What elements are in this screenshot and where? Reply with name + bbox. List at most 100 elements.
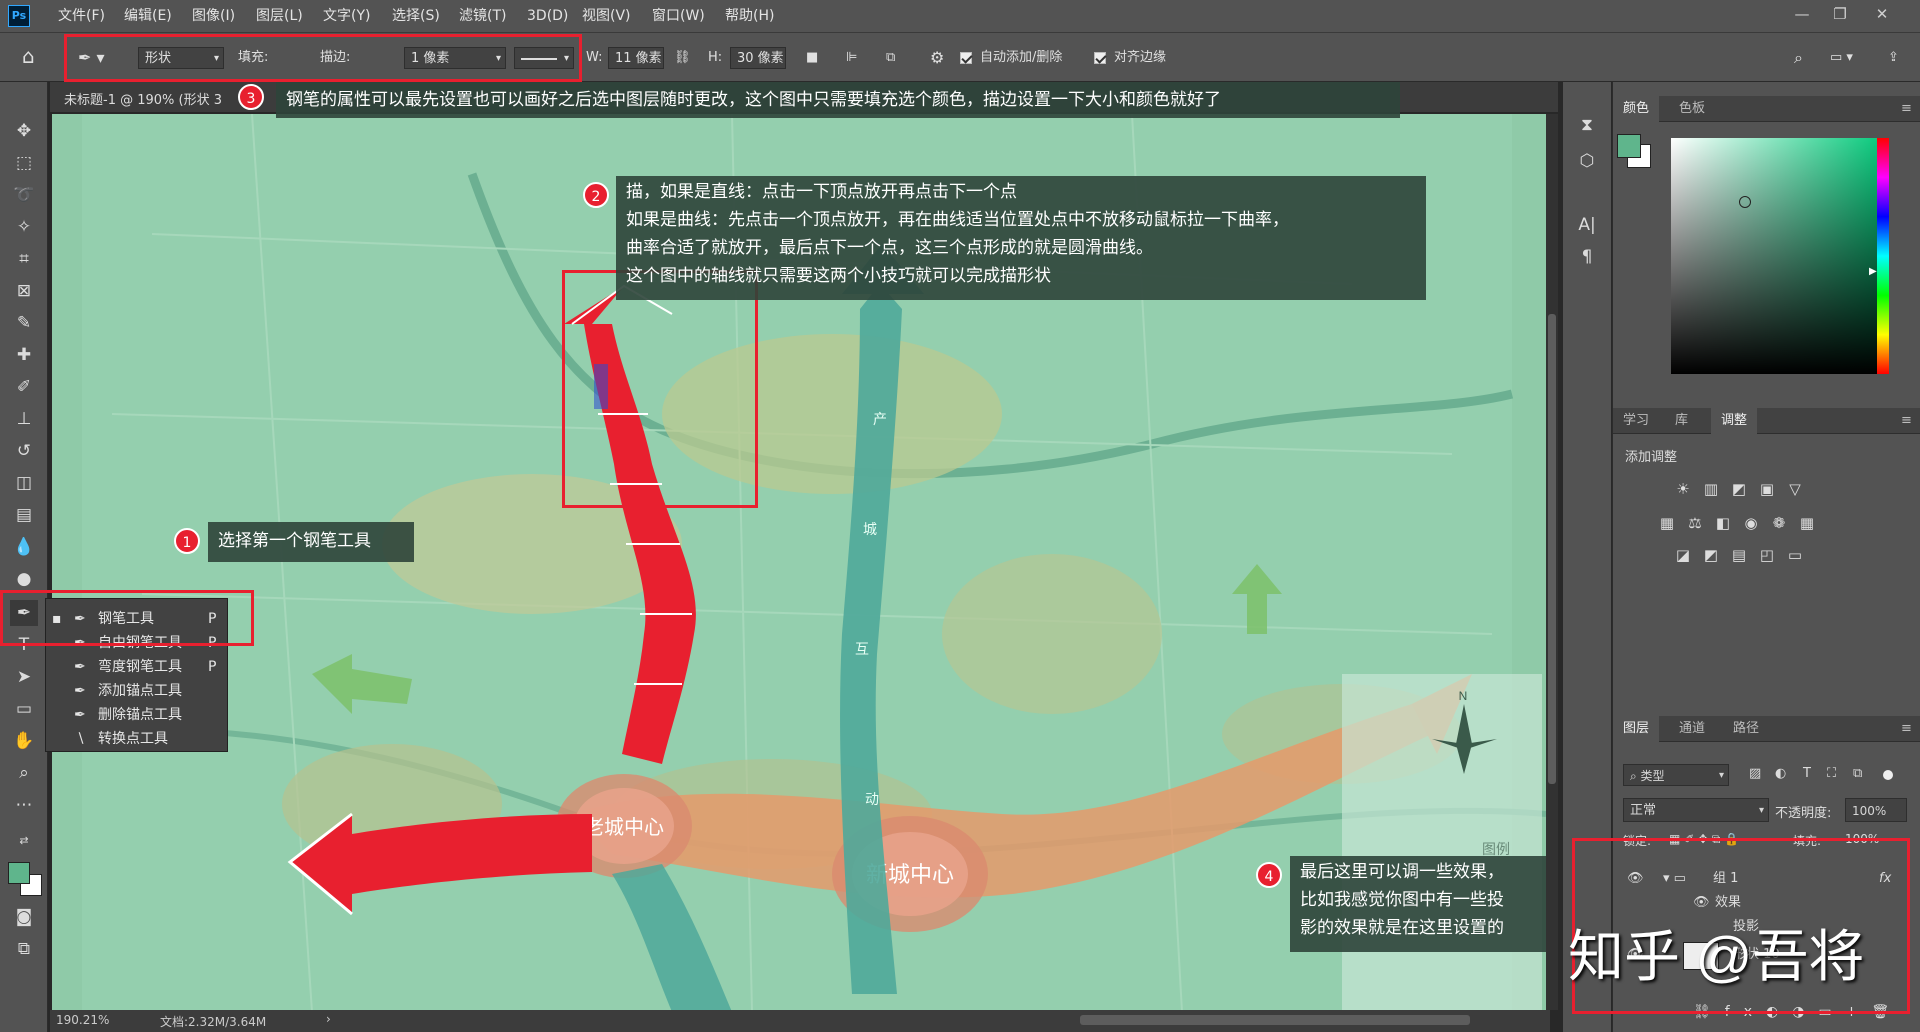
selective-color-icon[interactable]: ◰ [1757,546,1777,564]
blend-mode-select[interactable]: 正常 ▾ [1623,798,1769,822]
tab-libraries[interactable]: 库 [1665,408,1698,434]
foreground-color-swatch[interactable] [8,862,30,884]
filter-pixel-icon[interactable]: ▨ [1749,766,1761,781]
screen-mode-icon[interactable]: ⧉ [10,936,38,962]
gradient-map-icon[interactable]: ▭ [1785,546,1805,564]
tab-channels[interactable]: 通道 [1669,716,1715,742]
tab-adjustments[interactable]: 调整 [1711,408,1758,434]
menu-window[interactable]: 窗口(W) [652,0,705,32]
exposure-icon[interactable]: ▣ [1757,480,1777,498]
filter-smart-icon[interactable]: ⧉ [1853,766,1862,781]
search-icon[interactable]: ⌕ [1794,47,1803,69]
filter-adjust-icon[interactable]: ◐ [1775,766,1786,781]
path-arrangement-icon[interactable]: ⧉ [886,47,895,69]
path-selection-icon[interactable]: ➤ [10,664,38,690]
stroke-type-select[interactable]: ▾ [514,47,574,69]
height-input[interactable]: 30 像素 [730,47,786,69]
history-brush-icon[interactable]: ↺ [10,438,38,464]
posterize-icon[interactable]: ◩ [1701,546,1721,564]
curves-icon[interactable]: ◩ [1729,480,1749,498]
hand-tool-icon[interactable]: ✋ [10,728,38,754]
menu-filter[interactable]: 滤镜(T) [459,0,506,32]
invert-icon[interactable]: ◪ [1673,546,1693,564]
menu-help[interactable]: 帮助(H) [725,0,774,32]
3d-panel-icon[interactable]: ⬡ [1573,148,1601,174]
blur-tool-icon[interactable]: 💧 [10,534,38,560]
black-white-icon[interactable]: ◧ [1713,514,1733,532]
gradient-tool-icon[interactable]: ▤ [10,502,38,528]
type-tool-icon[interactable]: T [10,632,38,658]
flyout-convert-point[interactable]: ∖ 转换点工具 [46,727,229,751]
horizontal-scroll-thumb[interactable] [1080,1015,1470,1025]
tab-paths[interactable]: 路径 [1723,716,1769,742]
opacity-input[interactable]: 100% [1845,798,1907,822]
zoom-tool-icon[interactable]: ⌕ [10,760,38,786]
tab-swatches[interactable]: 色板 [1669,96,1715,122]
eyedropper-icon[interactable]: ✎ [10,310,38,336]
menu-edit[interactable]: 编辑(E) [124,0,172,32]
flyout-add-anchor[interactable]: ✒ 添加锚点工具 [46,679,229,703]
menu-layer[interactable]: 图层(L) [256,0,303,32]
share-icon[interactable]: ⇪ [1888,47,1899,69]
home-icon[interactable]: ⌂ [22,45,35,67]
threshold-icon[interactable]: ▤ [1729,546,1749,564]
color-fg-swatch[interactable] [1617,134,1641,158]
filter-type-icon[interactable]: T [1803,766,1811,781]
levels-icon[interactable]: ▥ [1701,480,1721,498]
pen-tool-preset-icon[interactable]: ✒ ▾ [78,47,105,69]
document-tab[interactable]: 未标题-1 @ 190% (形状 3 [64,89,222,108]
filter-toggle[interactable] [1883,770,1893,780]
layer-filter-select[interactable]: ⌕ 类型 ▾ [1623,764,1729,786]
vertical-scrollbar[interactable] [1546,114,1558,1010]
auto-add-delete-checkbox[interactable] [960,52,972,64]
color-field[interactable] [1671,138,1889,374]
layer-row-group[interactable]: 👁 ▾ ▭ 组 1 fx [1623,866,1913,892]
color-lookup-icon[interactable]: ▦ [1797,514,1817,532]
history-panel-icon[interactable]: ⧗ [1573,112,1601,138]
menu-3d[interactable]: 3D(D) [527,0,568,32]
path-operations-icon[interactable]: ■ [806,47,818,69]
stroke-size-input[interactable]: 1 像素 ▾ [404,47,506,69]
width-input[interactable]: 11 像素 [608,47,664,69]
healing-brush-icon[interactable]: ✚ [10,342,38,368]
tab-learn[interactable]: 学习 [1613,408,1659,434]
gear-icon[interactable]: ⚙ [930,47,944,69]
menu-file[interactable]: 文件(F) [58,0,105,32]
zoom-level[interactable]: 190.21% [56,1013,109,1027]
crop-tool-icon[interactable]: ⌗ [10,246,38,272]
status-arrow-icon[interactable]: › [326,1012,331,1026]
workspace-icon[interactable]: ▭ ▾ [1830,47,1853,69]
menu-type[interactable]: 文字(Y) [323,0,370,32]
channel-mixer-icon[interactable]: ❁ [1769,514,1789,532]
align-edges-checkbox[interactable] [1094,52,1106,64]
hue-slider-handle[interactable]: ▶ [1869,266,1877,277]
panel-menu-icon[interactable]: ≡ [1891,96,1920,122]
photo-filter-icon[interactable]: ◉ [1741,514,1761,532]
vertical-scroll-thumb[interactable] [1548,314,1556,784]
lock-icons[interactable]: ▦ ✐ ✥ ⧉ 🔒 [1669,832,1739,847]
brush-tool-icon[interactable]: ✐ [10,374,38,400]
tool-mode-select[interactable]: 形状 ▾ [138,47,224,69]
fill-opacity-input[interactable]: 100% [1845,832,1879,846]
horizontal-scrollbar[interactable] [350,1010,1550,1032]
menu-view[interactable]: 视图(V) [582,0,631,32]
rectangle-tool-icon[interactable]: ▭ [10,696,38,722]
quick-mask-icon[interactable]: ◙ [10,904,38,930]
adjust-menu-icon[interactable]: ≡ [1891,408,1920,434]
stamp-tool-icon[interactable]: ⊥ [10,406,38,432]
frame-tool-icon[interactable]: ⊠ [10,278,38,304]
layers-footer-icons[interactable]: ⛓fx◐◑▭+🗑 [1693,1004,1903,1020]
minimize-button[interactable]: — [1784,0,1820,28]
fx-icon[interactable]: fx [1879,866,1891,892]
eraser-tool-icon[interactable]: ◫ [10,470,38,496]
default-colors-icon[interactable]: ⇄ [10,828,38,854]
magic-wand-icon[interactable]: ✧ [10,214,38,240]
document-size[interactable]: 文档:2.32M/3.64M [160,1013,266,1030]
menu-image[interactable]: 图像(I) [192,0,235,32]
paragraph-panel-icon[interactable]: ¶ [1573,244,1601,270]
flyout-pen-tool[interactable]: ▪ ✒ 钢笔工具 P [46,607,229,631]
link-icon[interactable]: ⛓ [674,47,691,69]
restore-button[interactable]: ❐ [1822,0,1858,28]
flyout-curvature-pen[interactable]: ✒ 弯度钢笔工具 P [46,655,229,679]
color-picker-cursor[interactable] [1739,196,1751,208]
